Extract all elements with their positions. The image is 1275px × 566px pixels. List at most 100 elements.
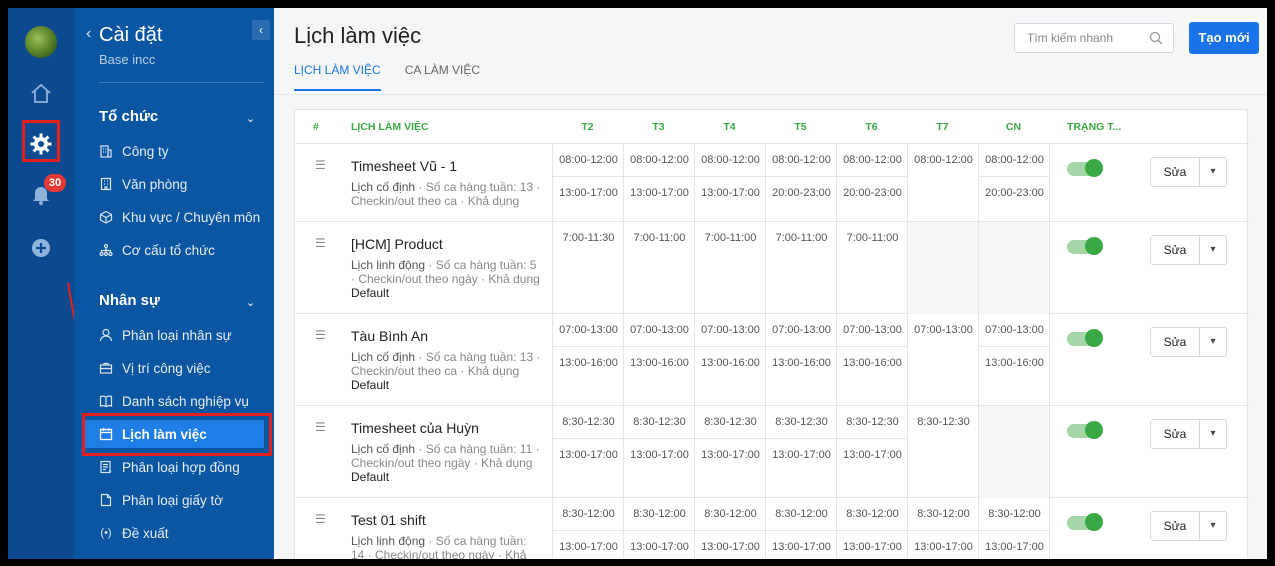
edit-button[interactable]: Sửa [1150, 327, 1200, 357]
schedule-type: Lịch cố định [351, 350, 416, 364]
sidebar-item-cong-ty[interactable]: Công ty [96, 137, 262, 165]
table-row[interactable]: ☰ Test 01 shift Lịch linh động · Số ca hàn… [295, 498, 1249, 559]
table-row[interactable]: ☰ Timesheet Vũ - 1 Lịch cố định · Số ca hà… [295, 144, 1249, 222]
section-to-chuc[interactable]: Tổ chức [99, 108, 158, 125]
shift-time: 07:00-13:00 [772, 324, 831, 336]
tab-lich-lam-viec[interactable]: LỊCH LÀM VIỆC [294, 63, 381, 91]
sidebar-item-label: Phân loại hợp đồng [122, 459, 240, 475]
sidebar-item-nghiep-vu[interactable]: Danh sách nghiệp vụ [96, 387, 262, 415]
shift-time: 8:30-12:00 [775, 508, 828, 520]
shift-time: 8:30-12:30 [775, 416, 828, 428]
more-options-dropdown-icon[interactable]: ▾ [1199, 419, 1227, 449]
schedule-default-label: Default [351, 378, 390, 392]
shift-time: 13:00-17:00 [837, 438, 908, 470]
create-new-button[interactable]: Tạo mới [1189, 22, 1259, 54]
column-divider [1049, 144, 1050, 222]
column-divider [1049, 222, 1050, 314]
shift-time: 13:00-17:00 [553, 530, 624, 559]
sidebar-subtitle: Base incc [99, 52, 156, 67]
edit-button[interactable]: Sửa [1150, 157, 1200, 187]
shift-time: 7:00-11:00 [846, 232, 899, 244]
status-toggle[interactable] [1067, 237, 1103, 255]
home-icon[interactable] [29, 82, 53, 106]
shift-time: 08:00-12:00 [985, 154, 1044, 166]
day-cell: 07:00-13:00 13:00-16:00 [552, 314, 624, 406]
day-cell: 07:00-13:00 13:00-16:00 [623, 314, 695, 406]
table-row[interactable]: ☰ [HCM] Product Lịch linh động · Số ca hàn… [295, 222, 1249, 314]
shift-time: 13:00-17:00 [766, 530, 837, 559]
status-toggle[interactable] [1067, 513, 1103, 531]
sidebar-item-vi-tri[interactable]: Vị trí công việc [96, 354, 262, 382]
sidebar-item-van-phong[interactable]: Văn phòng [96, 170, 262, 198]
sidebar-item-co-cau[interactable]: Cơ cấu tổ chức [96, 236, 262, 264]
day-cell: 8:30-12:00 13:00-17:00 [765, 498, 837, 559]
shift-time: 07:00-13:00 [985, 324, 1044, 336]
shift-time: 20:00-23:00 [766, 176, 837, 208]
notification-badge: 30 [44, 174, 66, 192]
day-cell: 08:00-12:00 13:00-17:00 [552, 144, 624, 222]
edit-button[interactable]: Sửa [1150, 511, 1200, 541]
shift-time: 13:00-17:00 [695, 176, 766, 208]
collapse-sidebar-button[interactable]: ‹ [252, 20, 270, 40]
tab-ca-lam-viec[interactable]: CA LÀM VIỆC [405, 63, 480, 91]
schedule-meta: Lịch cố định · Số ca hàng tuần: 11 · Che… [351, 442, 540, 470]
drag-handle-icon[interactable]: ☰ [315, 236, 326, 250]
shift-time: 8:30-12:00 [633, 508, 686, 520]
schedule-type: Lịch linh động [351, 534, 426, 548]
day-cell: 7:00-11:00 [694, 222, 765, 314]
shift-time: 7:00-11:30 [562, 232, 615, 244]
more-options-dropdown-icon[interactable]: ▾ [1199, 235, 1227, 265]
drag-handle-icon[interactable]: ☰ [315, 158, 326, 172]
shift-time: 8:30-12:30 [704, 416, 757, 428]
shift-time: 08:00-12:00 [701, 154, 760, 166]
app-window: 30 ‹ Cài đặt Base incc ‹ Tổ chức ⌄ Công … [8, 8, 1267, 559]
section-nhan-su[interactable]: Nhân sự [99, 292, 160, 309]
add-circle-icon[interactable] [29, 236, 53, 260]
header-day-cn: CN [1005, 121, 1022, 133]
more-options-dropdown-icon[interactable]: ▾ [1199, 327, 1227, 357]
status-toggle[interactable] [1067, 159, 1103, 177]
edit-button[interactable]: Sửa [1150, 419, 1200, 449]
back-chevron-icon[interactable]: ‹ [86, 25, 91, 43]
sidebar-item-khu-vuc[interactable]: Khu vực / Chuyên môn [96, 203, 262, 231]
company-avatar[interactable] [25, 26, 57, 58]
table-row[interactable]: ☰ Timesheet của Huỳn Lịch cố định · Số ca … [295, 406, 1249, 498]
day-cell: 07:00-13:00 13:00-16:00 [765, 314, 837, 406]
schedule-type: Lịch cố định [351, 180, 416, 194]
header-day-t2: T2 [581, 121, 594, 133]
status-toggle[interactable] [1067, 421, 1103, 439]
shift-time: 8:30-12:00 [846, 508, 899, 520]
more-options-dropdown-icon[interactable]: ▾ [1199, 157, 1227, 187]
more-options-dropdown-icon[interactable]: ▾ [1199, 511, 1227, 541]
table-header: # LỊCH LÀM VIỆC T2 T3 T4 T5 T6 T7 CN TRẠ… [295, 110, 1249, 144]
drag-handle-icon[interactable]: ☰ [315, 420, 326, 434]
sidebar-item-hop-dong[interactable]: Phân loại hợp đồng [96, 453, 262, 481]
schedule-type: Lịch cố định [351, 442, 416, 456]
search-icon[interactable] [1149, 31, 1163, 48]
shift-time: 13:00-17:00 [624, 438, 695, 470]
tabs-divider [274, 94, 1267, 95]
sidebar-item-de-xuat[interactable]: (•) Đề xuất [96, 519, 262, 547]
sidebar-item-giay-to[interactable]: Phân loại giấy tờ [96, 486, 262, 514]
broadcast-icon: (•) [100, 527, 112, 539]
quick-search-input[interactable]: Tìm kiếm nhanh [1014, 23, 1174, 53]
day-cell: 08:00-12:00 13:00-17:00 [623, 144, 695, 222]
day-cell: 8:30-12:30 13:00-17:00 [836, 406, 908, 498]
day-cell: 8:30-12:00 13:00-17:00 [978, 498, 1050, 559]
table-row[interactable]: ☰ Tàu Bình An Lịch cố định · Số ca hàng tu… [295, 314, 1249, 406]
drag-handle-icon[interactable]: ☰ [315, 512, 326, 526]
shift-time: 13:00-17:00 [766, 438, 837, 470]
chevron-down-icon[interactable]: ⌄ [246, 296, 255, 309]
sidebar-item-phan-loai-nhan-su[interactable]: Phân loại nhân sự [96, 321, 262, 349]
chevron-down-icon[interactable]: ⌄ [246, 112, 255, 125]
drag-handle-icon[interactable]: ☰ [315, 328, 326, 342]
shift-time: 13:00-17:00 [624, 176, 695, 208]
status-toggle[interactable] [1067, 329, 1103, 347]
sidebar-title: Cài đặt [99, 24, 163, 46]
shift-time: 8:30-12:30 [846, 416, 899, 428]
edit-button[interactable]: Sửa [1150, 235, 1200, 265]
schedule-meta: Lịch linh động · Số ca hàng tuần: 14 · C… [351, 534, 527, 559]
shift-time: 20:00-23:00 [979, 176, 1050, 208]
shift-time: 08:00-12:00 [914, 154, 973, 166]
org-chart-icon [96, 243, 116, 257]
